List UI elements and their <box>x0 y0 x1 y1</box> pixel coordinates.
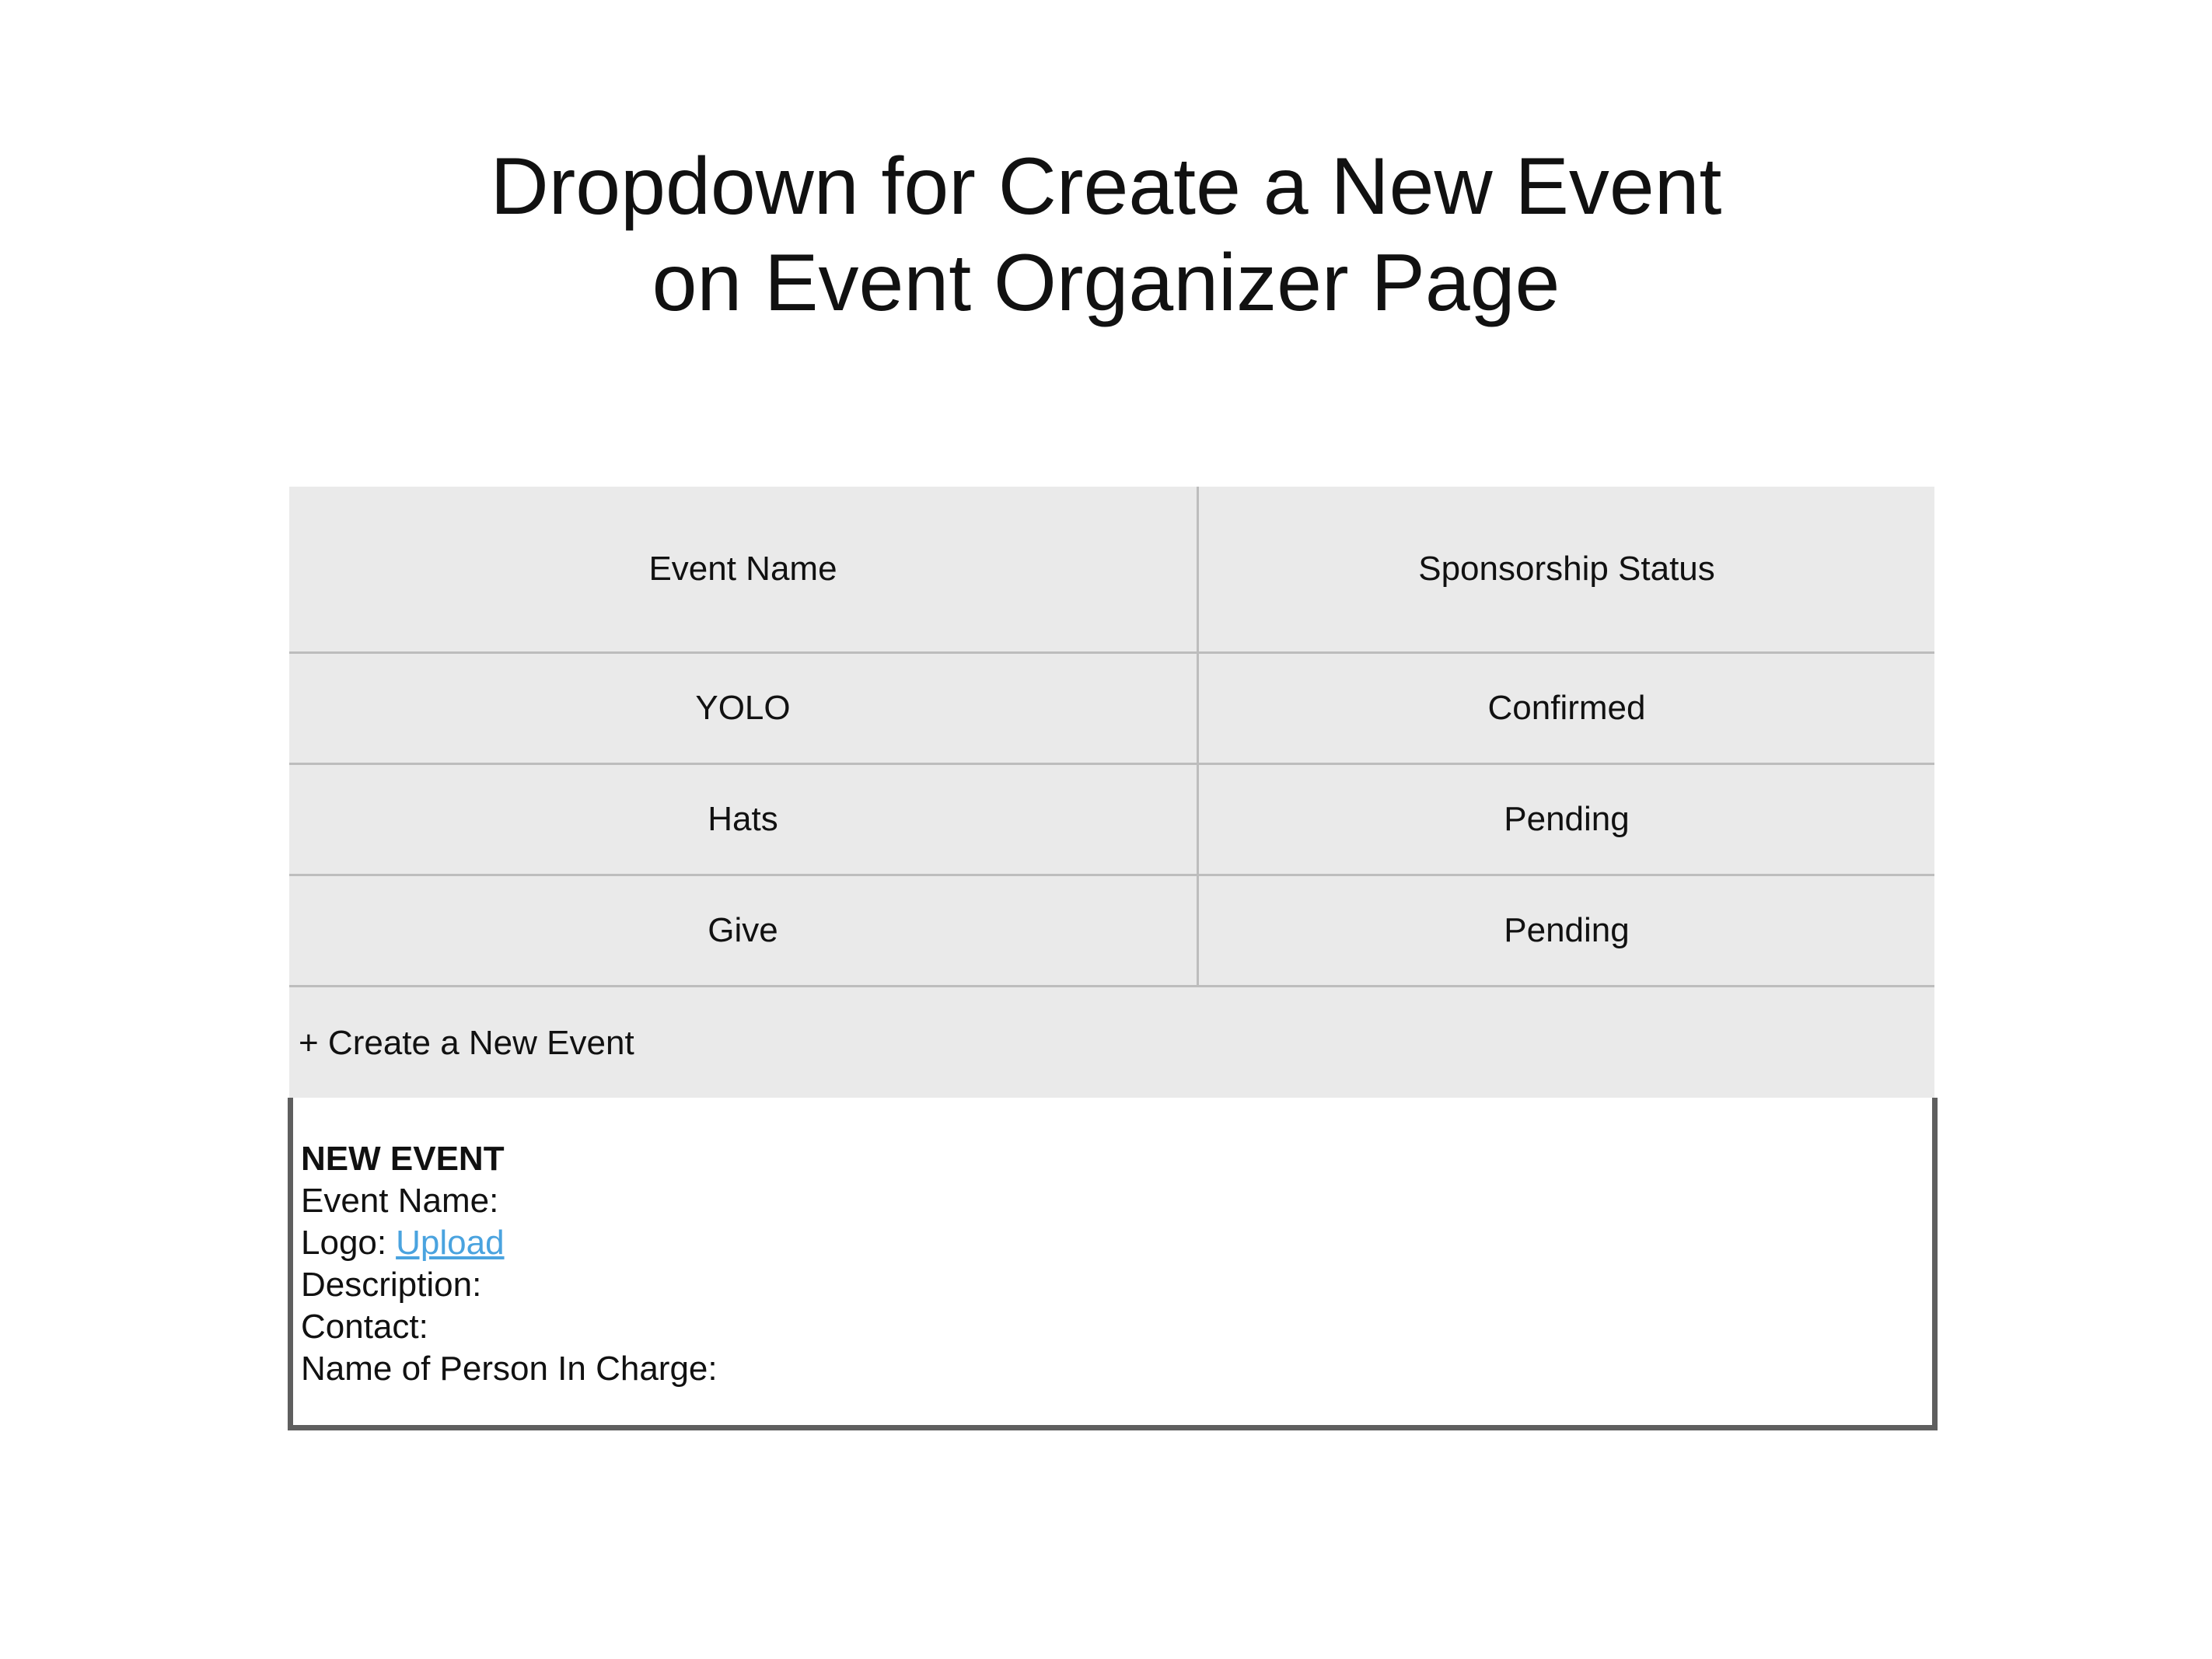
column-header-event-name: Event Name <box>289 487 1199 651</box>
sponsorship-status-cell: Pending <box>1504 911 1630 949</box>
logo-field-label: Logo: <box>301 1224 387 1262</box>
event-name-cell: Hats <box>289 765 1199 874</box>
table-row[interactable]: YOLO Confirmed <box>289 654 1934 765</box>
events-table: Event Name Sponsorship Status YOLO Confi… <box>289 487 1934 1099</box>
description-field-label: Description: <box>301 1266 482 1304</box>
event-name-field-label: Event Name: <box>301 1182 499 1220</box>
table-header-row: Event Name Sponsorship Status <box>289 487 1934 654</box>
page-title-line-2: on Event Organizer Page <box>652 238 1560 328</box>
new-event-dropdown: NEW EVENT Event Name: Logo: Upload Descri… <box>288 1098 1938 1430</box>
page: Dropdown for Create a New Event on Event… <box>0 0 2212 1659</box>
logo-field: Logo: Upload <box>301 1222 1932 1264</box>
column-header-sponsorship-status: Sponsorship Status <box>1418 550 1715 588</box>
table-row[interactable]: Hats Pending <box>289 765 1934 876</box>
table-row[interactable]: Give Pending <box>289 876 1934 987</box>
sponsorship-status-cell: Pending <box>1504 800 1630 838</box>
page-title: Dropdown for Create a New Event on Event… <box>0 138 2212 331</box>
page-title-line-1: Dropdown for Create a New Event <box>490 141 1722 232</box>
person-in-charge-field-label: Name of Person In Charge: <box>301 1350 718 1388</box>
upload-logo-link[interactable]: Upload <box>396 1224 504 1262</box>
sponsorship-status-cell: Confirmed <box>1487 689 1646 727</box>
create-new-event-button[interactable]: + Create a New Event <box>289 987 1934 1099</box>
new-event-heading: NEW EVENT <box>301 1140 505 1178</box>
event-name-cell: YOLO <box>289 654 1199 763</box>
contact-field-label: Contact: <box>301 1308 428 1346</box>
event-name-cell: Give <box>289 876 1199 985</box>
